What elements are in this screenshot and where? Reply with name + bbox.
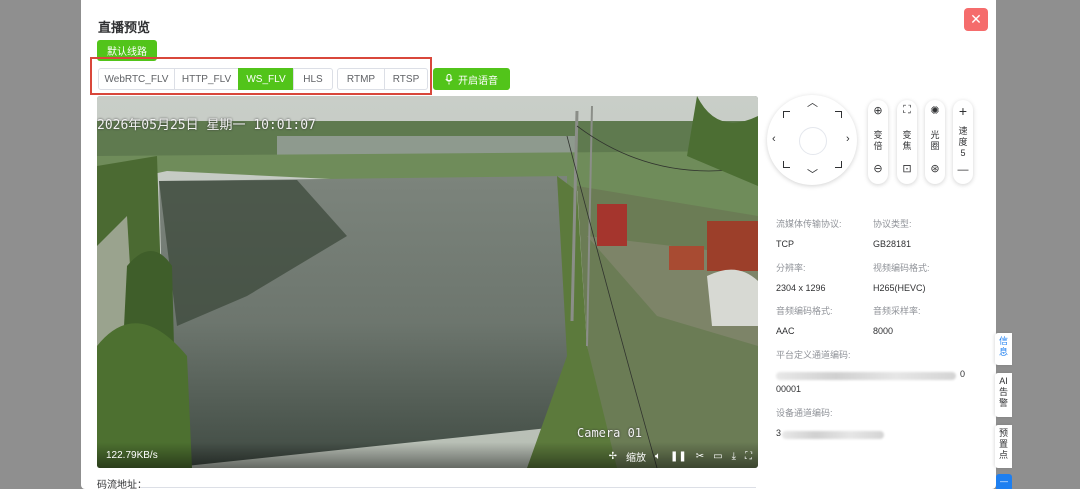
platform-channel-second: 00001 [776, 384, 802, 394]
ptz-down-left-icon[interactable] [783, 161, 790, 168]
speed-minus-icon[interactable]: — [953, 164, 973, 176]
zoom-out-icon[interactable]: ⊖ [868, 162, 888, 175]
video-codec-label: 视频编码格式: [873, 263, 930, 273]
protocol-type-label: 协议类型: [873, 219, 912, 229]
video-codec-value: H265(HEVC) [873, 283, 926, 293]
resolution-label: 分辨率: [776, 263, 806, 273]
protocol-rtsp-button[interactable]: RTSP [384, 68, 428, 90]
ptz-up-icon[interactable]: ︿ [807, 98, 818, 109]
zoom-label-ptz: 变倍 [873, 130, 883, 151]
ptz-down-right-icon[interactable] [835, 161, 842, 168]
ptz-speed-control: + 速度5 — [953, 100, 973, 184]
protocol-hls-button[interactable]: HLS [293, 68, 333, 90]
protocol-button-group-2: RTMP RTSP [337, 68, 428, 90]
speed-label-ptz: 速度5 [958, 126, 968, 158]
fullscreen-icon[interactable]: ⛶ [745, 451, 752, 462]
video-control-bar: 122.79KB/s ✢ 缩放 🔈︎ ❚❚ ✂ ▭ ⤓ ⛶ [97, 442, 758, 468]
protocol-button-group: WebRTC_FLV HTTP_FLV WS_FLV HLS [98, 68, 333, 90]
protocol-webrtc-flv-button[interactable]: WebRTC_FLV [98, 68, 175, 90]
ptz-iris-control: ✺ 光圈 ⊛ [925, 100, 945, 184]
voice-button-label: 开启语音 [458, 75, 498, 87]
iris-close-icon[interactable]: ⊛ [925, 162, 945, 175]
ptz-focus-control: ⛶ 变焦 ⊡ [897, 100, 917, 184]
iris-label-ptz: 光圈 [930, 130, 940, 151]
device-channel-label: 设备通道编码: [776, 408, 833, 418]
focus-in-icon[interactable]: ⛶ [897, 104, 917, 117]
resolution-value: 2304 x 1296 [776, 283, 826, 293]
close-icon[interactable]: ✕ [964, 8, 988, 31]
ptz-right-icon[interactable]: › [846, 134, 850, 145]
focus-out-icon[interactable]: ⊡ [897, 162, 917, 175]
transport-value: TCP [776, 239, 794, 249]
protocol-ws-flv-button[interactable]: WS_FLV [238, 68, 294, 90]
side-tab-ai-alarm[interactable]: AI 告警 [995, 373, 1012, 417]
sample-rate-label: 音频采样率: [873, 306, 921, 316]
stream-address-field[interactable] [141, 487, 756, 488]
protocol-rtmp-button[interactable]: RTMP [337, 68, 385, 90]
stream-address-label: 码流地址： [97, 480, 147, 489]
pause-icon[interactable]: ❚❚ [670, 451, 687, 462]
ptz-left-icon[interactable]: ‹ [772, 134, 776, 145]
dialog-title: 直播预览 [98, 20, 151, 35]
download-icon[interactable]: ⤓ [732, 451, 736, 462]
microphone-icon [445, 73, 453, 84]
protocol-http-flv-button[interactable]: HTTP_FLV [174, 68, 239, 90]
audio-codec-value: AAC [776, 326, 795, 336]
ptz-direction-wheel: ︿ ﹀ ‹ › [767, 95, 857, 185]
protocol-type-value: GB28181 [873, 239, 912, 249]
ptz-cross-icon[interactable]: ✢ [609, 451, 617, 462]
speed-plus-icon[interactable]: + [953, 103, 973, 119]
transport-label: 流媒体传输协议: [776, 219, 842, 229]
side-tab-collapse[interactable]: — [996, 474, 1012, 489]
camera-feed-image [97, 96, 758, 468]
platform-channel-redacted [776, 372, 956, 380]
platform-channel-label: 平台定义通道编码: [776, 350, 851, 360]
live-preview-dialog: 直播预览 ✕ 默认线路 WebRTC_FLV HTTP_FLV WS_FLV H… [81, 0, 996, 489]
osd-camera-name: Camera 01 [577, 426, 643, 440]
voice-button[interactable]: 开启语音 [433, 68, 510, 90]
focus-label-ptz: 变焦 [902, 130, 912, 151]
speed-value: 5 [960, 148, 966, 158]
device-channel-prefix: 3 [776, 428, 782, 438]
sample-rate-value: 8000 [873, 326, 894, 336]
volume-icon[interactable]: 🔈︎ [655, 451, 661, 462]
screenshot-icon[interactable]: ✂ [696, 451, 704, 462]
ptz-center-button[interactable] [799, 127, 827, 155]
zoom-in-icon[interactable]: ⊕ [868, 104, 888, 117]
iris-open-icon[interactable]: ✺ [925, 104, 945, 117]
audio-codec-label: 音频编码格式: [776, 306, 833, 316]
side-tab-info[interactable]: 信息 [995, 333, 1012, 365]
ptz-down-icon[interactable]: ﹀ [807, 170, 818, 181]
osd-datetime: 2026年05月25日 星期一 10:01:07 [97, 118, 316, 133]
video-player[interactable]: 2026年05月25日 星期一 10:01:07 Camera 01 122.7… [97, 96, 758, 468]
video-controls: ✢ 缩放 🔈︎ ❚❚ ✂ ▭ ⤓ ⛶ [609, 449, 752, 464]
zoom-label[interactable]: 缩放 [626, 449, 646, 464]
bitrate-readout: 122.79KB/s [106, 450, 158, 461]
ptz-up-left-icon[interactable] [783, 111, 790, 118]
ptz-zoom-control: ⊕ 变倍 ⊖ [868, 100, 888, 184]
side-tab-preset[interactable]: 预置点 [995, 425, 1012, 468]
ptz-up-right-icon[interactable] [835, 111, 842, 118]
device-channel-redacted [782, 431, 884, 439]
record-icon[interactable]: ▭ [713, 451, 722, 462]
platform-channel-tail: 0 [960, 369, 966, 379]
